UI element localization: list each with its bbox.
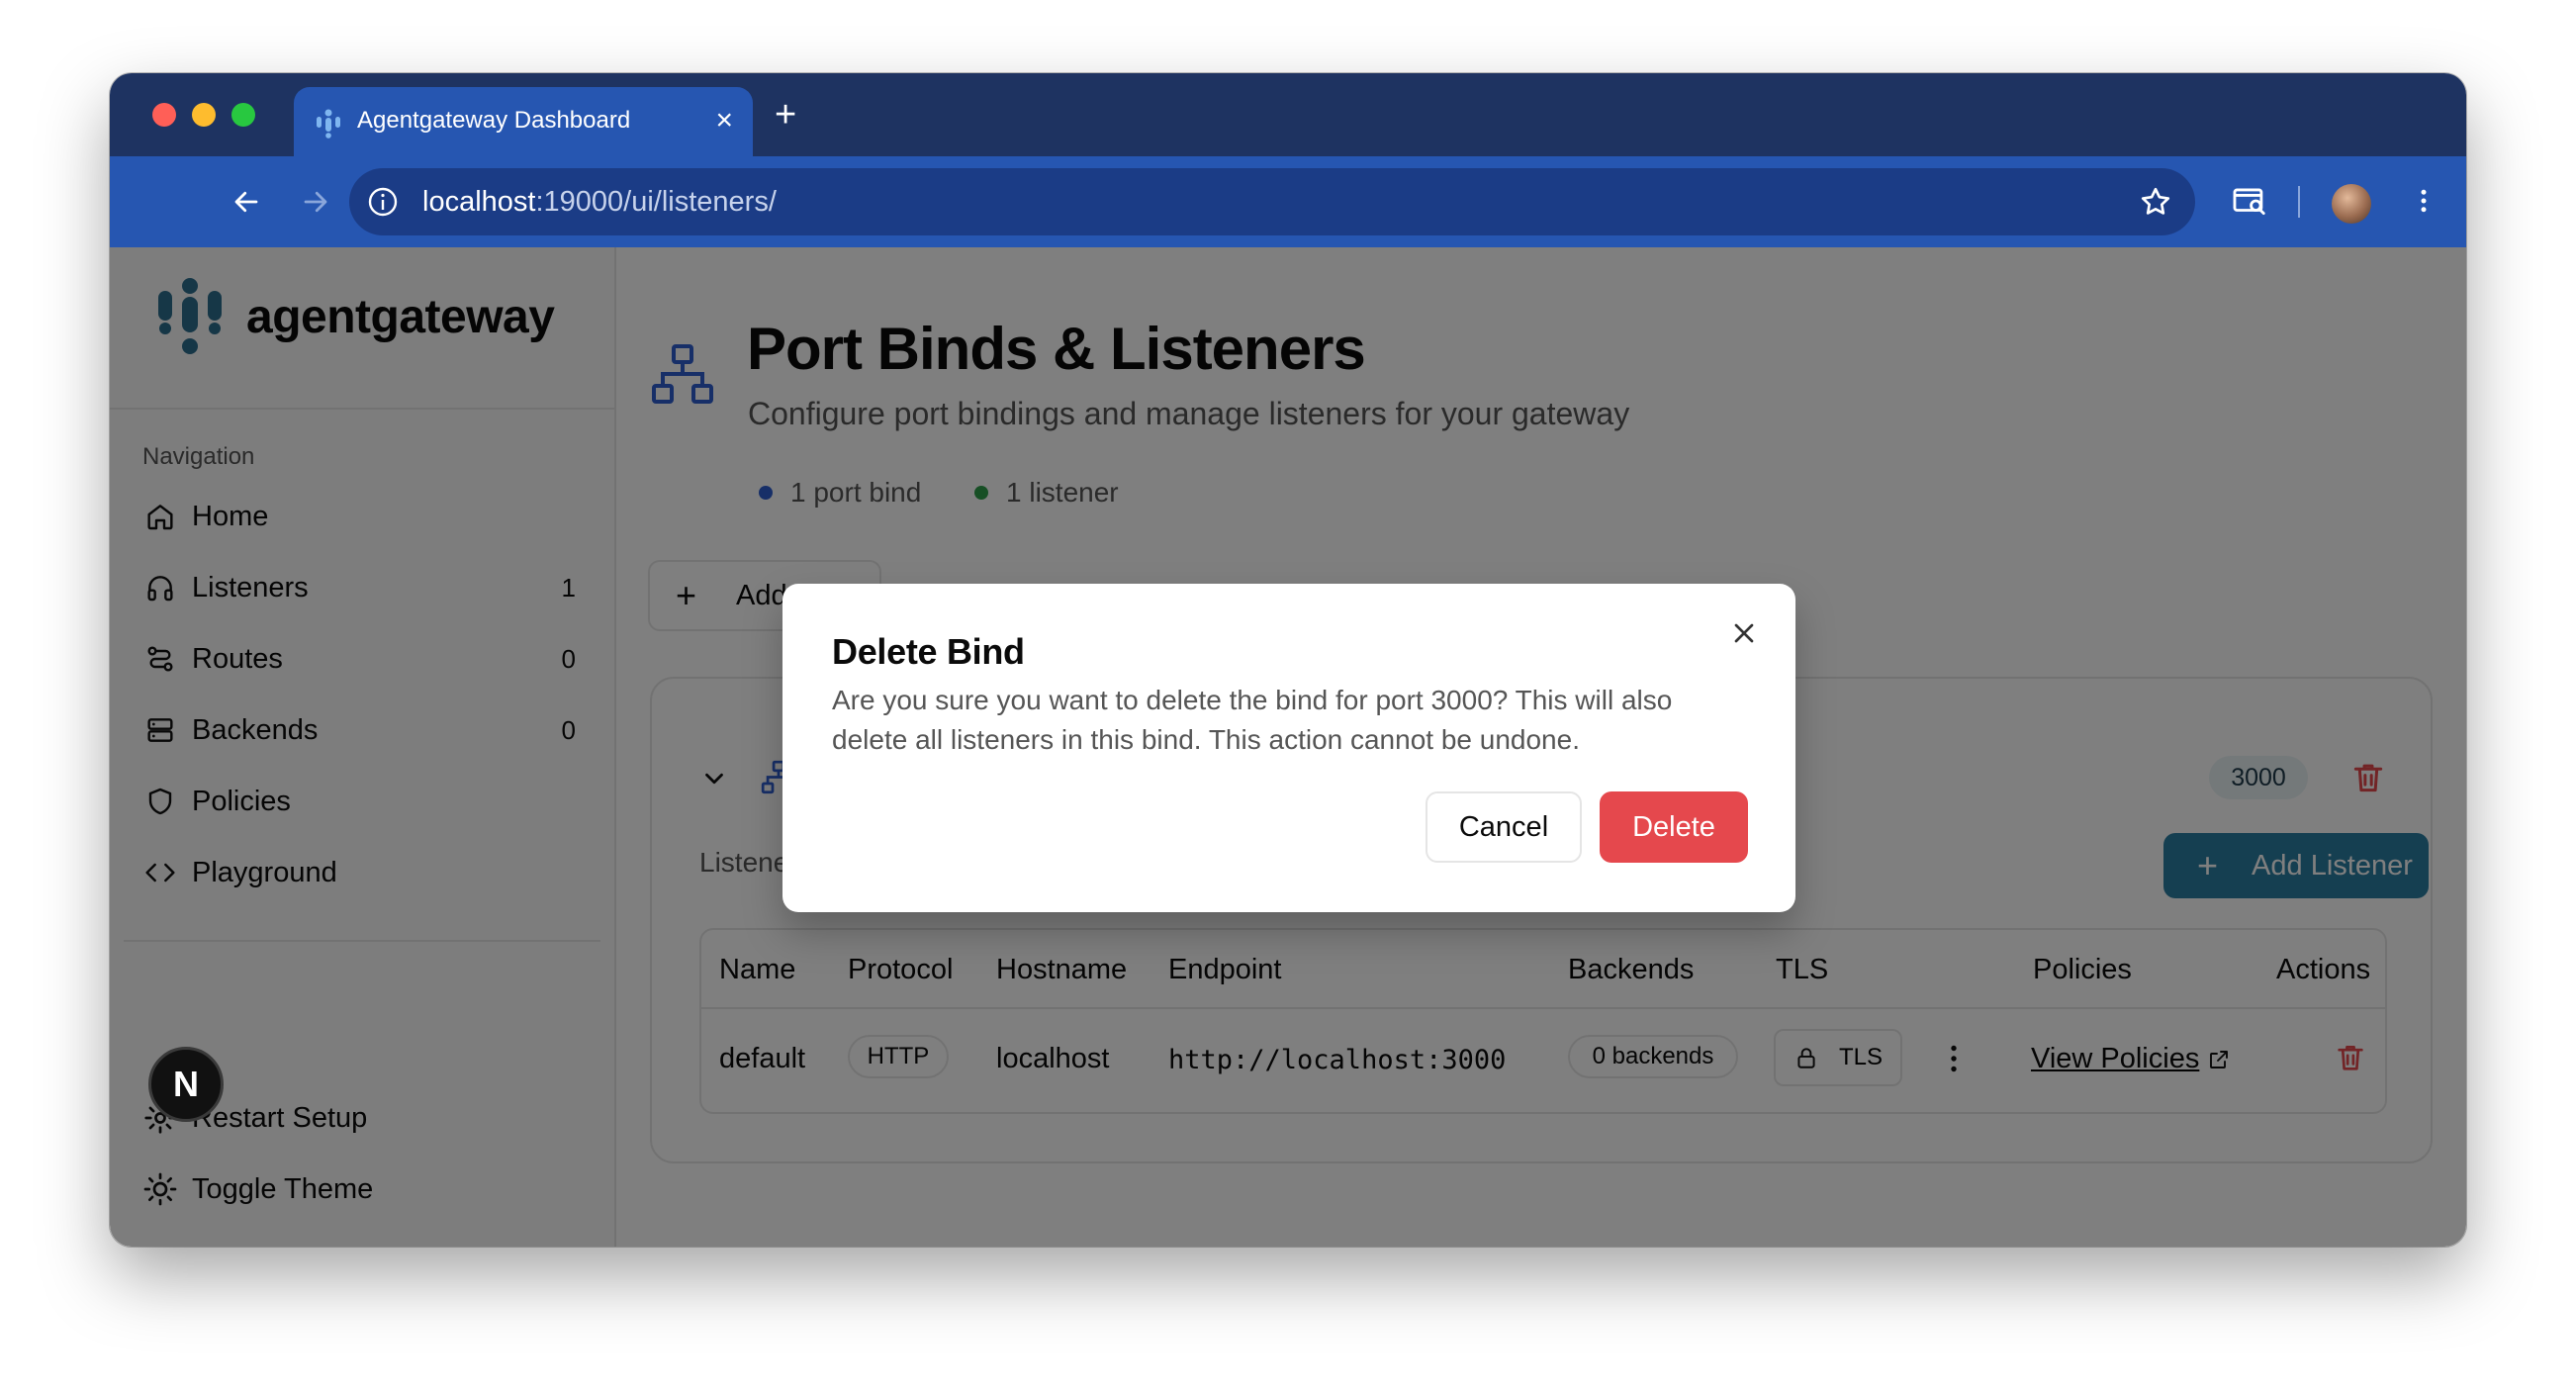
close-icon[interactable] bbox=[1728, 617, 1760, 649]
delete-bind-dialog: Delete Bind Are you sure you want to del… bbox=[782, 584, 1795, 912]
new-tab-button[interactable]: + bbox=[775, 95, 796, 135]
arrow-left-icon bbox=[234, 191, 258, 213]
url-text[interactable]: localhost:19000/ui/listeners/ bbox=[422, 186, 777, 219]
tab-search-icon bbox=[2233, 188, 2265, 216]
dialog-title: Delete Bind bbox=[832, 631, 1025, 672]
info-icon[interactable] bbox=[363, 182, 403, 222]
url-path: :19000/ui/listeners/ bbox=[535, 186, 777, 218]
browser-window: Agentgateway Dashboard × + localhost:190… bbox=[110, 73, 2466, 1247]
minimize-window-button[interactable] bbox=[192, 103, 216, 127]
url-host: localhost bbox=[422, 186, 536, 218]
close-window-button[interactable] bbox=[152, 103, 176, 127]
agentgateway-favicon-icon bbox=[317, 109, 340, 139]
delete-button[interactable]: Delete bbox=[1600, 791, 1748, 863]
browser-tab[interactable]: Agentgateway Dashboard × bbox=[294, 87, 753, 156]
maximize-window-button[interactable] bbox=[231, 103, 255, 127]
close-tab-icon[interactable]: × bbox=[715, 103, 733, 139]
tab-bar: Agentgateway Dashboard × + bbox=[110, 73, 2466, 156]
tab-search-button[interactable] bbox=[2227, 178, 2272, 224]
browser-toolbar: localhost:19000/ui/listeners/ bbox=[110, 156, 2466, 247]
bookmark-star-icon[interactable] bbox=[2138, 184, 2173, 220]
forward-button[interactable] bbox=[294, 180, 337, 224]
dev-tools-badge[interactable]: N bbox=[148, 1047, 224, 1122]
arrow-right-icon bbox=[304, 191, 327, 213]
cancel-button[interactable]: Cancel bbox=[1426, 791, 1582, 863]
dialog-message: Are you sure you want to delete the bind… bbox=[832, 685, 1673, 755]
kebab-menu-icon bbox=[2421, 189, 2427, 213]
address-bar[interactable]: localhost:19000/ui/listeners/ bbox=[349, 168, 2195, 235]
tab-title: Agentgateway Dashboard bbox=[357, 107, 631, 134]
toolbar-divider bbox=[2298, 186, 2300, 218]
browser-menu-button[interactable] bbox=[2401, 178, 2446, 224]
back-button[interactable] bbox=[225, 180, 268, 224]
profile-avatar[interactable] bbox=[2332, 184, 2371, 224]
